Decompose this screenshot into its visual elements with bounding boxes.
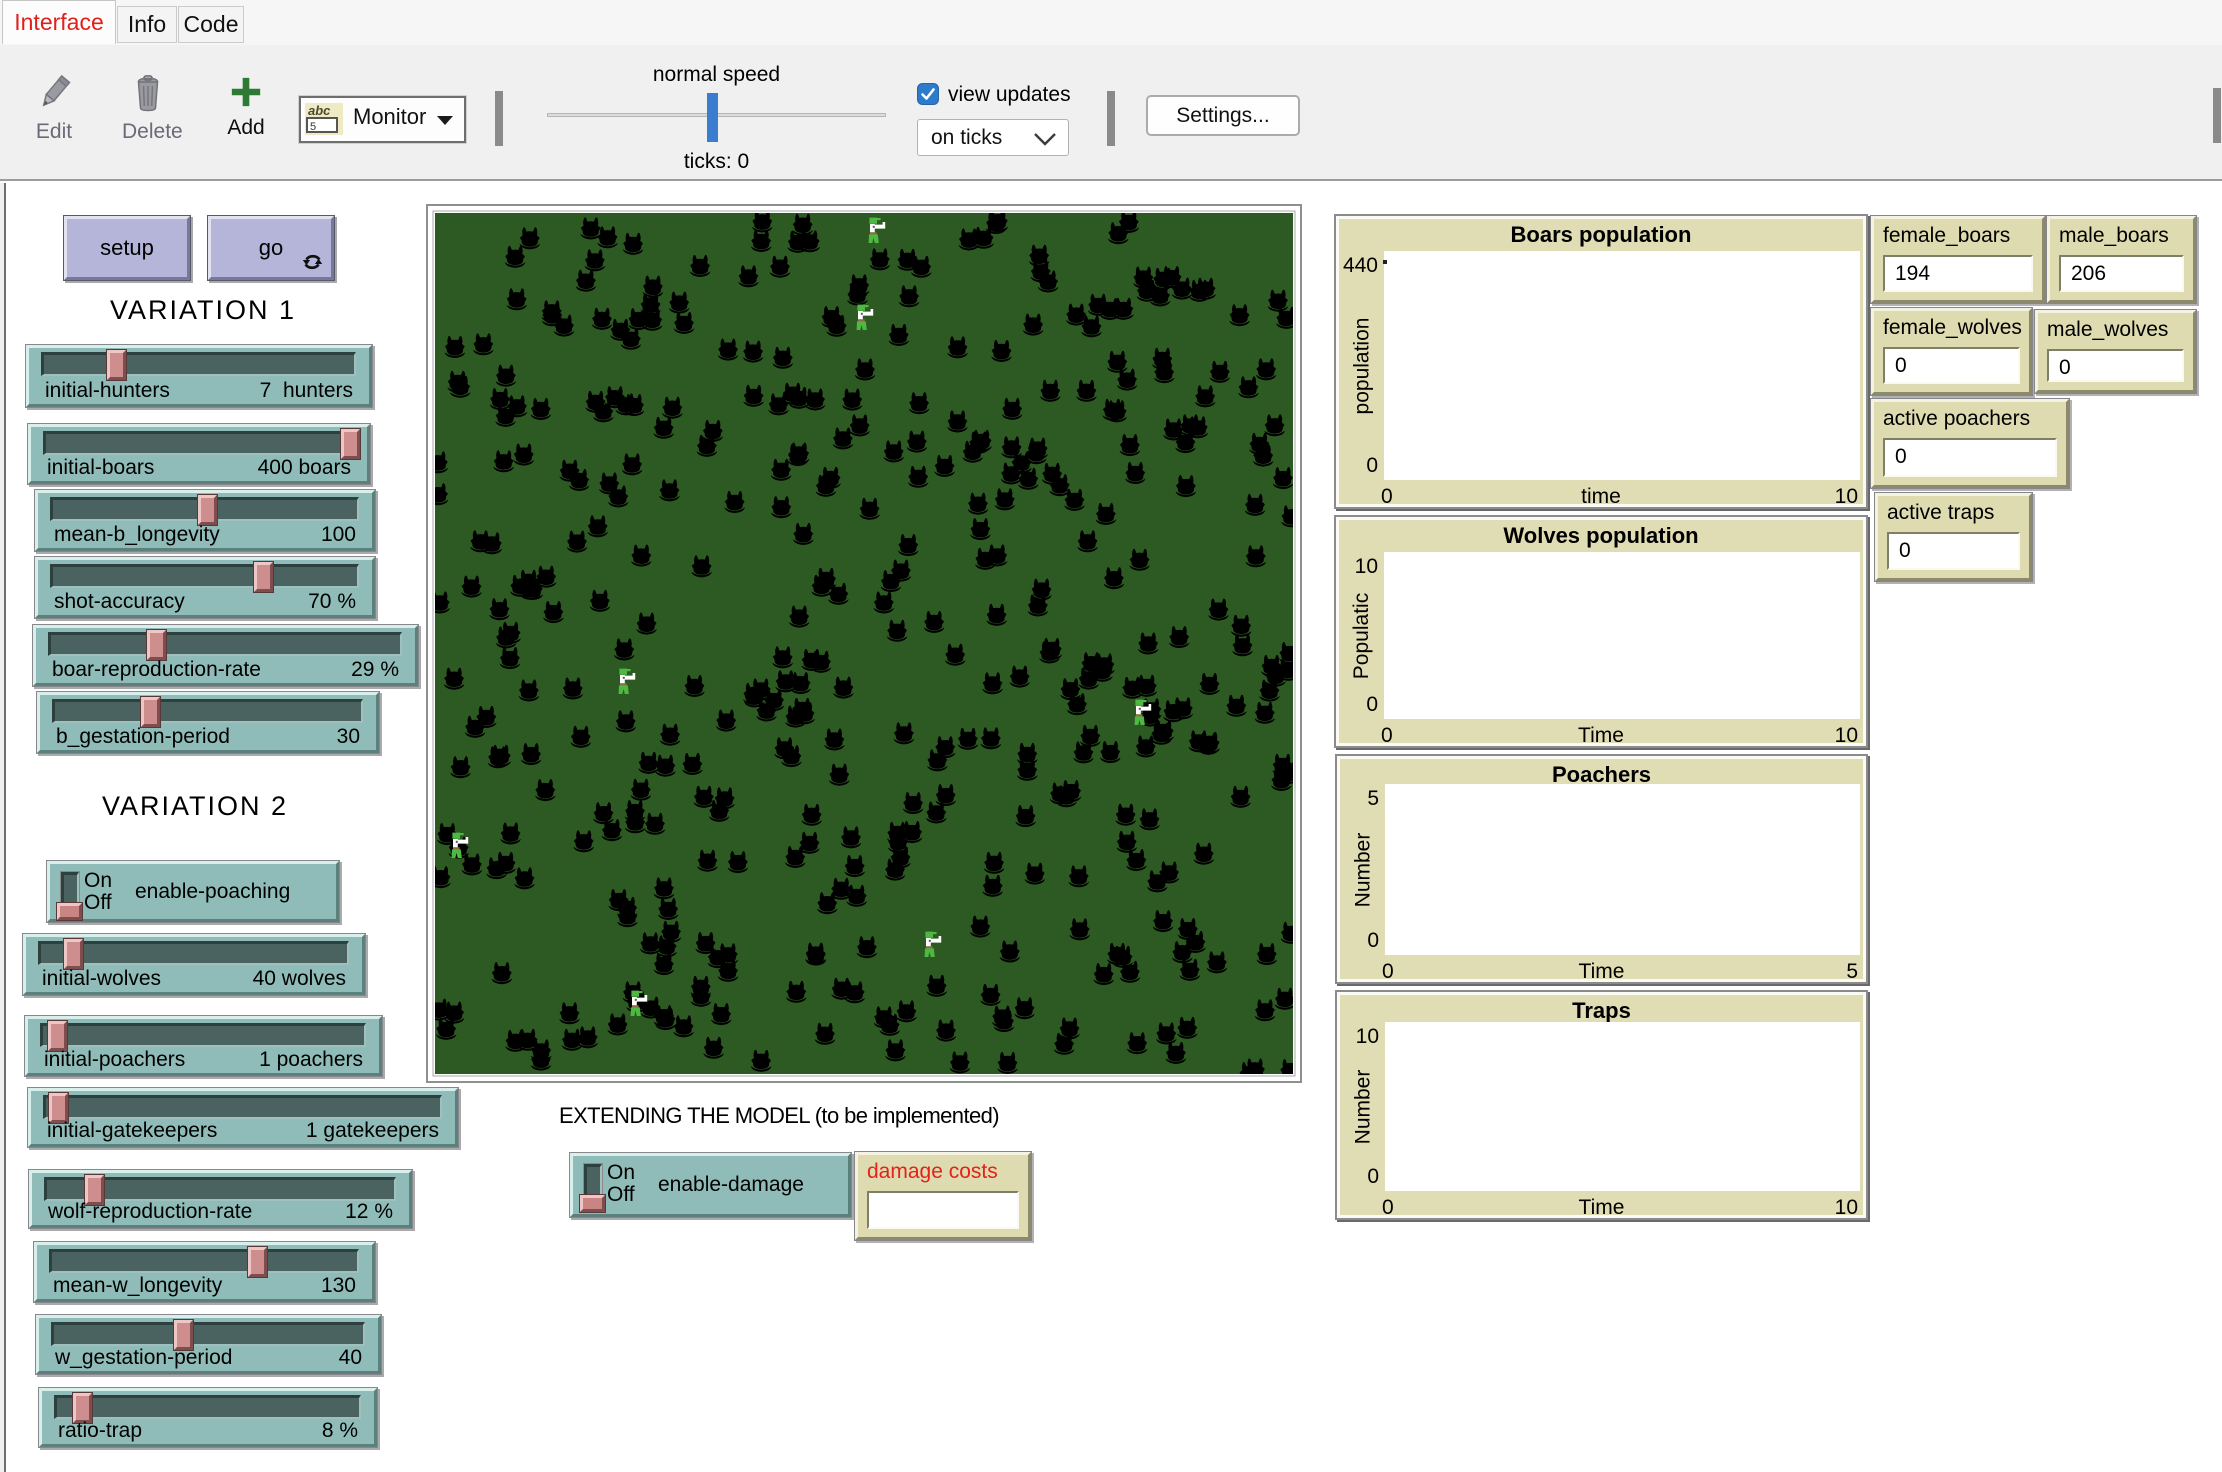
svg-text:abc: abc bbox=[308, 103, 331, 118]
svg-text:5: 5 bbox=[310, 121, 316, 133]
